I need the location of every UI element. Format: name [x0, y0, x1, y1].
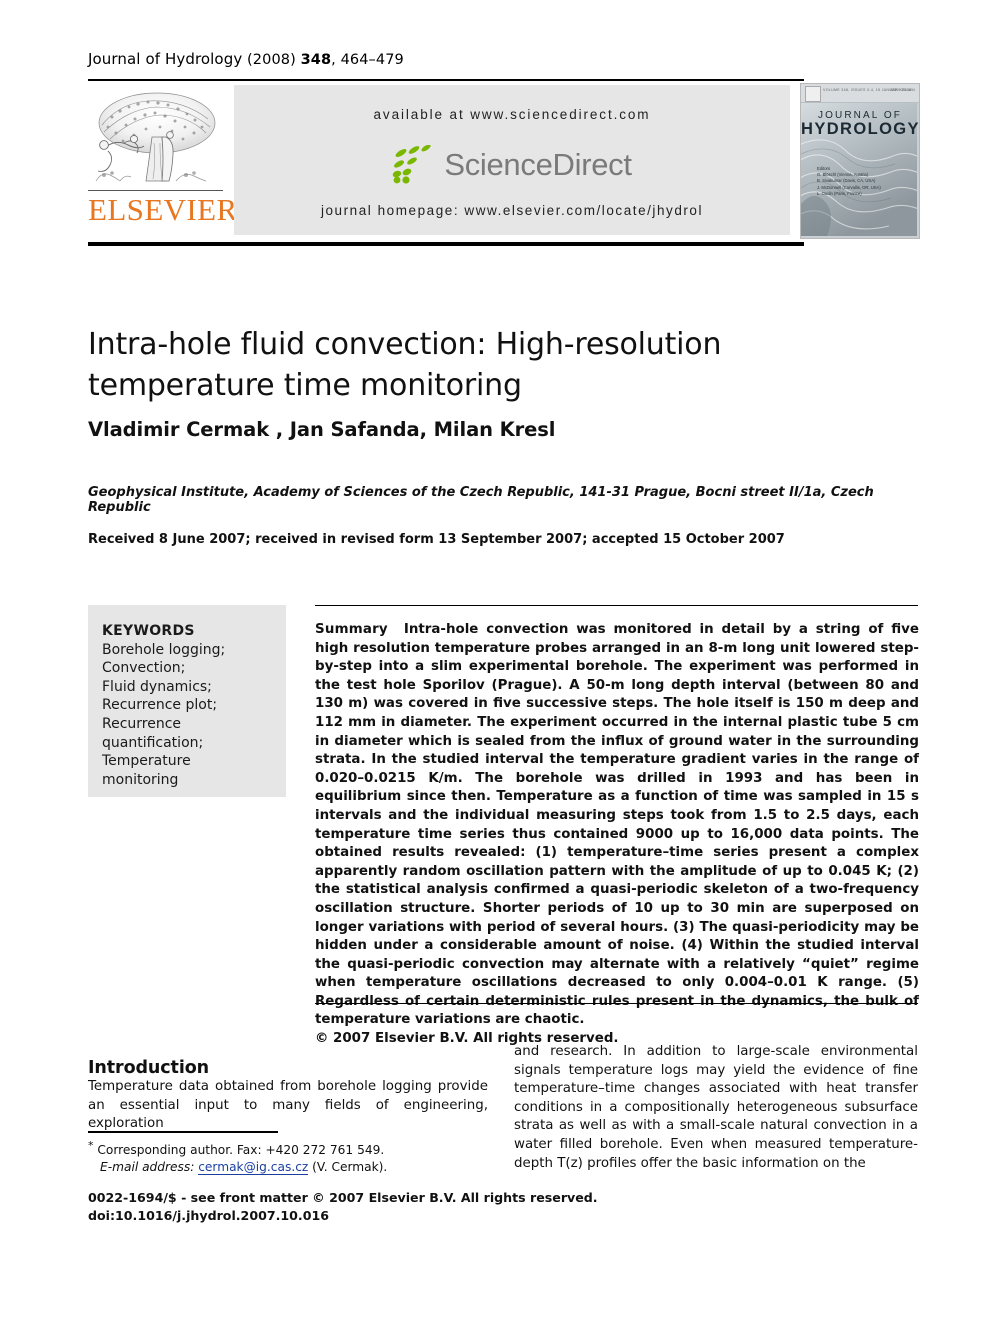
author-list: Vladimir Cermak , Jan Safanda, Milan Kre… — [88, 418, 848, 441]
footnote-divider — [88, 1131, 278, 1133]
sciencedirect-band: available at www.sciencedirect.com Scien… — [234, 85, 790, 235]
masthead-divider — [88, 242, 804, 246]
cover-editor-item: B. Sivakumar (Davis, CA, USA) — [817, 178, 876, 184]
running-head-pages: , 464–479 — [331, 52, 404, 68]
sciencedirect-leaves-icon — [393, 145, 431, 184]
keyword-item: Recurrence — [102, 715, 182, 732]
elsevier-wordmark-text: ELSEVIER — [88, 192, 238, 227]
abstract-bottom-divider — [315, 1003, 918, 1004]
cover-water-image — [801, 84, 919, 236]
keywords-list: KEYWORDS Borehole logging; Convection; F… — [102, 622, 272, 789]
footnote-marker: * — [88, 1139, 94, 1152]
footer-doi: doi:10.1016/j.jhydrol.2007.10.016 — [88, 1207, 329, 1223]
elsevier-tree-icon — [90, 85, 224, 193]
footnote-email-suffix: (V. Cermak). — [312, 1160, 388, 1175]
running-head-journal: Journal of Hydrology — [88, 50, 243, 68]
masthead: ELSEVIER available at www.sciencedirect.… — [88, 83, 920, 239]
elsevier-logo-block: ELSEVIER — [88, 83, 237, 237]
keyword-item: monitoring — [102, 771, 179, 788]
abstract: Summary Intra-hole convection was monitor… — [315, 621, 919, 1049]
keyword-item: Recurrence plot; — [102, 697, 218, 714]
affiliation: Geophysical Institute, Academy of Scienc… — [88, 485, 874, 515]
section-heading-introduction: Introduction — [88, 1057, 209, 1078]
sciencedirect-wordmark: ScienceDirect — [444, 147, 632, 182]
sciencedirect-logo[interactable]: ScienceDirect — [234, 141, 790, 189]
keywords-heading: KEYWORDS — [102, 623, 195, 639]
footnote-fax-line: Corresponding author. Fax: +420 272 761 … — [97, 1143, 385, 1158]
abstract-label: Summary — [315, 622, 388, 637]
cover-editors: Editors G. Blöschl (Vienna, Austria) B. … — [817, 166, 881, 197]
cover-editor-item: L. Oudin (Paris, France) — [817, 190, 862, 196]
cover-issn: ISSN 0022-1694 — [889, 88, 915, 92]
cover-title-line2: HYDROLOGY — [801, 120, 920, 138]
available-at-text: available at www.sciencedirect.com — [373, 107, 651, 122]
cover-elsevier-mark-icon — [805, 86, 821, 102]
journal-cover-thumbnail: VOLUME 348, ISSUES 3-4, 15 JANUARY 2008 … — [800, 83, 920, 239]
header-divider — [88, 79, 804, 81]
elsevier-logo-divider — [88, 190, 223, 191]
cover-header-strip: VOLUME 348, ISSUES 3-4, 15 JANUARY 2008 … — [801, 84, 919, 103]
cover-title: JOURNAL OF HYDROLOGY — [801, 110, 919, 139]
body-column-right: and research. In addition to large-scale… — [514, 1044, 918, 1171]
running-head-year: (2008) — [247, 52, 296, 68]
keyword-item: quantification; — [102, 734, 204, 751]
journal-cover-artwork — [801, 84, 919, 238]
keyword-item: Temperature — [102, 753, 191, 770]
author-names: Vladimir Cermak , Jan Safanda, Milan Kre… — [88, 418, 556, 441]
journal-homepage-text[interactable]: journal homepage: www.elsevier.com/locat… — [234, 203, 790, 218]
footnote-email-line: E-mail address: cermak@ig.cas.cz (V. Cer… — [88, 1159, 498, 1176]
footnote-email-label: E-mail address: — [100, 1160, 195, 1175]
footer-front-matter: 0022-1694/$ - see front matter © 2007 El… — [88, 1190, 598, 1205]
body-column-left: Temperature data obtained from borehole … — [88, 1079, 488, 1132]
page-footer: 0022-1694/$ - see front matter © 2007 El… — [88, 1189, 708, 1224]
running-head-volume: 348 — [300, 52, 332, 68]
elsevier-wordmark: ELSEVIER — [88, 193, 237, 227]
keyword-item: Convection; — [102, 660, 186, 677]
keyword-item: Borehole logging; — [102, 641, 226, 658]
page-title: Intra-hole fluid convection: High-resolu… — [88, 327, 722, 404]
corresponding-author-footnote: * Corresponding author. Fax: +420 272 76… — [88, 1137, 498, 1176]
keyword-item: Fluid dynamics; — [102, 678, 212, 695]
cover-editor-item: J. McDonnell (Corvallis, OR, USA) — [817, 184, 881, 190]
email-link[interactable]: cermak@ig.cas.cz — [198, 1160, 309, 1176]
running-head: Journal of Hydrology (2008) 348, 464–479 — [88, 50, 404, 68]
keywords-box: KEYWORDS Borehole logging; Convection; F… — [88, 605, 286, 797]
abstract-top-divider — [315, 605, 918, 606]
article-page: Journal of Hydrology (2008) 348, 464–479 — [0, 0, 992, 1323]
abstract-text: Intra-hole convection was monitored in d… — [315, 622, 919, 1028]
received-dates: Received 8 June 2007; received in revise… — [88, 532, 785, 547]
